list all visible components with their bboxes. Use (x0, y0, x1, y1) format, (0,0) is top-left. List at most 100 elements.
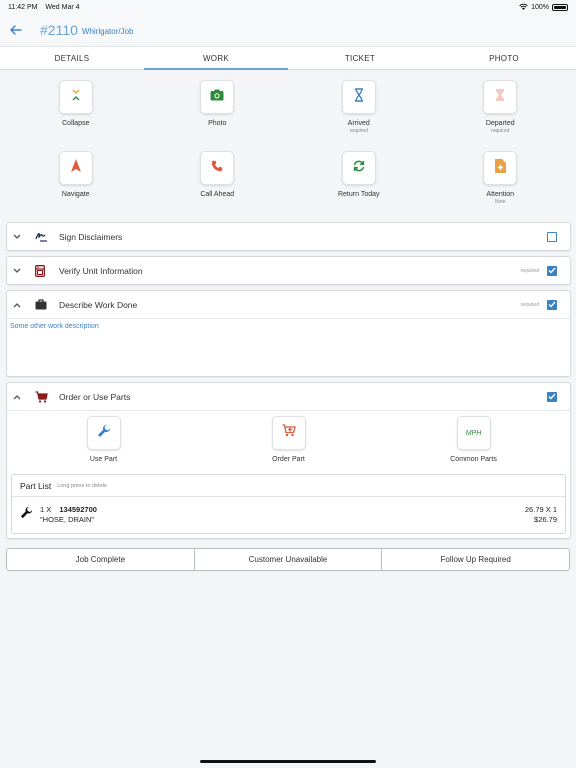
phone-icon (211, 159, 223, 177)
arrived-required-label: required (349, 128, 368, 134)
part-total-price: $26.79 (534, 515, 557, 524)
tab-bar: DETAILS WORK TICKET PHOTO (0, 46, 576, 70)
refresh-icon (352, 159, 366, 177)
chevron-down-icon[interactable] (13, 234, 23, 240)
verify-unit-header[interactable]: Verify Unit Information required (7, 257, 570, 284)
return-today-action: Return Today (288, 151, 430, 222)
camera-icon (210, 88, 224, 106)
part-list-item[interactable]: 1 X 134592700 "HOSE, DRAIN" 26.79 X 1 $2… (12, 497, 565, 533)
status-left: 11:42 PM Wed Mar 4 (8, 4, 86, 11)
part-number: 134592700 (59, 505, 97, 514)
work-description-textarea[interactable]: Some other work description (7, 318, 570, 376)
order-parts-checkbox[interactable] (547, 391, 557, 402)
status-date: Wed Mar 4 (45, 3, 80, 11)
photo-button[interactable] (200, 80, 235, 114)
verify-unit-checkbox[interactable] (547, 265, 557, 276)
photo-action: Photo (147, 80, 289, 151)
navigate-arrow-icon (70, 159, 81, 177)
common-parts-label: Common Parts (450, 456, 497, 463)
back-arrow-icon[interactable] (10, 24, 22, 36)
wrench-icon (97, 424, 111, 443)
mph-icon: MPH (465, 429, 482, 437)
part-info: 1 X 134592700 "HOSE, DRAIN" (40, 505, 525, 525)
chevron-up-icon[interactable] (13, 302, 23, 308)
attention-note-label: Note (494, 199, 506, 205)
part-price: 26.79 X 1 $26.79 (525, 505, 557, 525)
return-today-label: Return Today (337, 191, 380, 198)
part-unit-price: 26.79 X 1 (524, 505, 557, 514)
wrench-icon (20, 506, 34, 524)
arrived-label: Arrived (347, 120, 370, 127)
describe-work-checkbox[interactable] (547, 299, 557, 310)
note-plus-icon (494, 158, 506, 178)
order-part-button[interactable] (271, 416, 306, 450)
attention-action: Attention Note (430, 151, 572, 222)
battery-percent: 100% (531, 3, 549, 11)
arrived-button[interactable] (341, 80, 376, 114)
bottom-button-group: Job Complete Customer Unavailable Follow… (6, 548, 571, 571)
part-list-title: Part List (20, 480, 52, 491)
verify-unit-title: Verify Unit Information (59, 265, 143, 276)
cart-icon (35, 390, 49, 403)
arrived-action: Arrived required (288, 80, 430, 151)
chevron-down-icon[interactable] (13, 268, 23, 274)
part-description: "HOSE, DRAIN" (40, 515, 95, 524)
sign-disclaimers-checkbox[interactable] (547, 231, 557, 242)
appliance-icon (35, 264, 49, 277)
briefcase-icon (35, 299, 49, 310)
photo-label: Photo (208, 120, 227, 127)
status-right: 100% (519, 3, 568, 12)
use-part-button[interactable] (86, 416, 121, 450)
tab-ticket[interactable]: TICKET (288, 47, 432, 69)
collapse-button[interactable] (58, 80, 93, 114)
departed-action: Departed required (430, 80, 572, 151)
use-part-action: Use Part (11, 416, 196, 468)
describe-work-header[interactable]: Describe Work Done required (7, 291, 570, 318)
customer-unavailable-button[interactable]: Customer Unavailable (194, 548, 383, 571)
departed-button[interactable] (483, 80, 518, 114)
app-bar: #2110 Whirlgator/Job (0, 14, 576, 46)
verify-unit-required-label: required (520, 267, 539, 274)
job-complete-button[interactable]: Job Complete (6, 548, 195, 571)
hourglass-icon (495, 88, 505, 107)
tab-work[interactable]: WORK (144, 47, 288, 70)
common-parts-button[interactable]: MPH (456, 416, 491, 450)
order-part-label: Order Part (272, 456, 305, 463)
chevron-up-icon[interactable] (13, 394, 23, 400)
order-part-action: Order Part (196, 416, 381, 468)
battery-icon (552, 3, 568, 11)
signature-icon (35, 231, 49, 242)
return-today-button[interactable] (341, 151, 376, 185)
cart-plus-icon (282, 424, 296, 442)
part-qty: 1 (40, 505, 45, 514)
describe-work-section: Describe Work Done required Some other w… (6, 290, 571, 377)
sign-disclaimers-section: Sign Disclaimers (6, 222, 571, 251)
navigate-action: Navigate (5, 151, 147, 222)
common-parts-action: MPH Common Parts (381, 416, 566, 468)
part-actions: Use Part Order Part MPH Common Parts (11, 416, 566, 468)
call-ahead-label: Call Ahead (200, 191, 235, 198)
part-list-header: Part List Long press to delete (12, 475, 565, 497)
status-bar: 11:42 PM Wed Mar 4 100% (0, 0, 576, 14)
call-ahead-button[interactable] (200, 151, 235, 185)
attention-button[interactable] (483, 151, 518, 185)
tab-photo[interactable]: PHOTO (432, 47, 576, 69)
collapse-label: Collapse (62, 120, 90, 127)
follow-up-required-button[interactable]: Follow Up Required (382, 548, 571, 571)
tab-details[interactable]: DETAILS (0, 47, 144, 69)
action-grid: Collapse Photo Arrived required Departed… (0, 70, 576, 222)
parts-body: Use Part Order Part MPH Common Parts Par… (7, 410, 570, 538)
hourglass-icon (354, 87, 364, 107)
navigate-button[interactable] (58, 151, 93, 185)
part-list: Part List Long press to delete 1 X 13459… (11, 474, 566, 534)
order-parts-title: Order or Use Parts (59, 391, 131, 402)
sign-disclaimers-header[interactable]: Sign Disclaimers (7, 223, 570, 250)
order-parts-header[interactable]: Order or Use Parts (7, 383, 570, 410)
navigate-label: Navigate (61, 191, 90, 198)
home-indicator[interactable] (200, 760, 376, 763)
job-name: Whirlgator/Job (81, 27, 134, 36)
departed-label: Departed (485, 120, 515, 127)
verify-unit-section: Verify Unit Information required (6, 256, 571, 285)
sign-disclaimers-title: Sign Disclaimers (59, 231, 123, 242)
describe-work-required-label: required (520, 301, 539, 308)
